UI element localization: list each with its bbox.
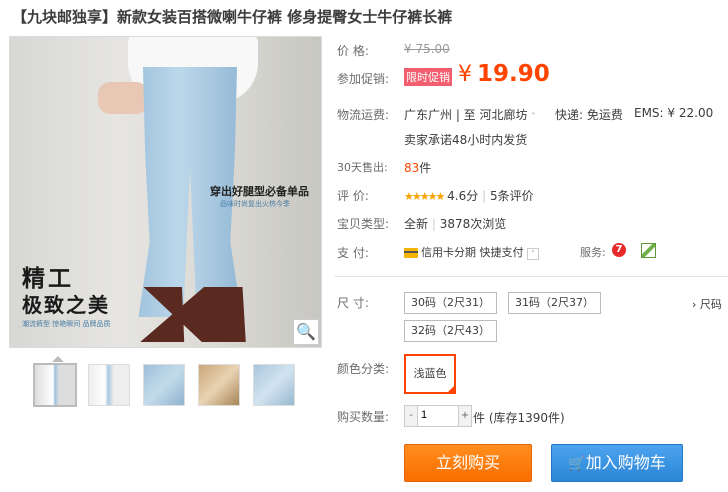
rating-score: 4.6分 <box>447 189 479 203</box>
quantity-label: 购买数量: <box>337 410 390 424</box>
review-count-link[interactable]: 5条评价 <box>490 189 534 203</box>
item-type-row: 全新 | 3878次浏览 <box>404 217 507 231</box>
rating-row: ★★★★★ 4.6分 | 5条评价 <box>404 189 534 203</box>
sales-label: 30天售出: <box>337 161 388 174</box>
stock-info: 件 (库存1390件) <box>473 411 565 425</box>
image-big-text2: 极致之美 <box>22 293 110 317</box>
image-tags: 潮流裤型 惊艳瞬间 品牌品质 <box>22 320 111 328</box>
color-option-light-blue[interactable]: 浅蓝色 <box>404 354 456 394</box>
thumbnail-2[interactable] <box>88 364 130 406</box>
rating-label: 评 价: <box>337 189 369 203</box>
thumbnail-1[interactable] <box>33 363 77 407</box>
product-title: 【九块邮独享】新款女装百搭微喇牛仔裤 修身提臀女士牛仔裤长裤 <box>12 8 453 26</box>
promo-label: 参加促销: <box>337 72 390 86</box>
payment-label: 支 付: <box>337 246 369 260</box>
quantity-input[interactable] <box>419 407 461 423</box>
selected-check-icon <box>446 384 456 394</box>
thumbnail-5[interactable] <box>253 364 295 406</box>
size-option-30[interactable]: 30码（2尺31） <box>404 292 497 314</box>
chevron-down-icon: ˅ <box>531 112 536 121</box>
image-promo-line1: 穿出好腿型必备单品 <box>210 185 309 198</box>
service-label: 服务: <box>580 246 606 259</box>
shipping-ems: EMS: ¥ 22.00 <box>634 106 714 120</box>
image-big-text1: 精工 <box>22 266 74 292</box>
shipping-location[interactable]: 广东广州 | 至 河北廊坊 ˅ <box>404 106 535 123</box>
star-rating-icon: ★★★★★ <box>404 190 445 203</box>
shipping-from: 广东广州 | 至 河北廊坊 <box>404 108 528 122</box>
credit-card-icon <box>404 248 418 258</box>
buy-now-button[interactable]: 立刻购买 <box>404 444 532 482</box>
image-promo-line2: 品味时尚复出火热今季 <box>220 200 290 208</box>
shipping-express: 快递: 免运费 <box>555 108 623 122</box>
thumb-indicator <box>52 356 64 362</box>
size-option-31[interactable]: 31码（2尺37） <box>508 292 601 314</box>
item-condition: 全新 <box>404 217 429 231</box>
dropdown-icon[interactable]: ˅ <box>527 248 539 260</box>
add-to-cart-label: 加入购物车 <box>585 453 666 472</box>
quantity-increase-button[interactable]: + <box>458 406 471 426</box>
quantity-decrease-button[interactable]: - <box>405 406 418 426</box>
quick-pay[interactable]: 快捷支付 <box>480 246 524 259</box>
shipping-promise: 卖家承诺48小时内发货 <box>404 133 528 147</box>
hand-graphic <box>98 82 148 114</box>
size-option-32[interactable]: 32码（2尺43） <box>404 320 497 342</box>
cart-icon: 🛒 <box>568 456 586 472</box>
main-product-image[interactable]: 穿出好腿型必备单品 品味时尚复出火热今季 精工 极致之美 潮流裤型 惊艳瞬间 品… <box>9 36 322 348</box>
color-label: 颜色分类: <box>337 362 390 376</box>
promo-badge: 限时促销 <box>404 68 452 86</box>
view-count: 3878次浏览 <box>439 217 507 231</box>
color-option-label: 浅蓝色 <box>413 367 447 380</box>
section-divider <box>334 276 728 277</box>
seven-day-return-icon[interactable]: 7 <box>612 243 626 257</box>
item-type-label: 宝贝类型: <box>337 217 390 231</box>
current-price: 19.90 <box>477 61 550 87</box>
size-chart-link[interactable]: › 尺码 <box>692 296 722 312</box>
payment-row: 信用卡分期 快捷支付 ˅ <box>404 244 539 260</box>
sales-count: 83 <box>404 161 420 175</box>
quantity-stepper: - + <box>404 405 472 427</box>
sales-unit: 件 <box>419 161 432 175</box>
add-to-cart-button[interactable]: 🛒加入购物车 <box>551 444 683 482</box>
currency-symbol: ¥ <box>458 62 472 87</box>
zoom-icon[interactable]: 🔍 <box>293 319 319 345</box>
guarantee-icon[interactable] <box>641 243 656 258</box>
shipping-label: 物流运费: <box>337 108 390 122</box>
thumbnail-3[interactable] <box>143 364 185 406</box>
price-label: 价 格: <box>337 44 369 58</box>
thumbnail-4[interactable] <box>198 364 240 406</box>
original-price: ¥ 75.00 <box>404 42 450 56</box>
credit-installment[interactable]: 信用卡分期 <box>421 246 476 259</box>
sales-count-wrap: 83件 <box>404 159 431 176</box>
size-label: 尺 寸: <box>337 296 369 310</box>
